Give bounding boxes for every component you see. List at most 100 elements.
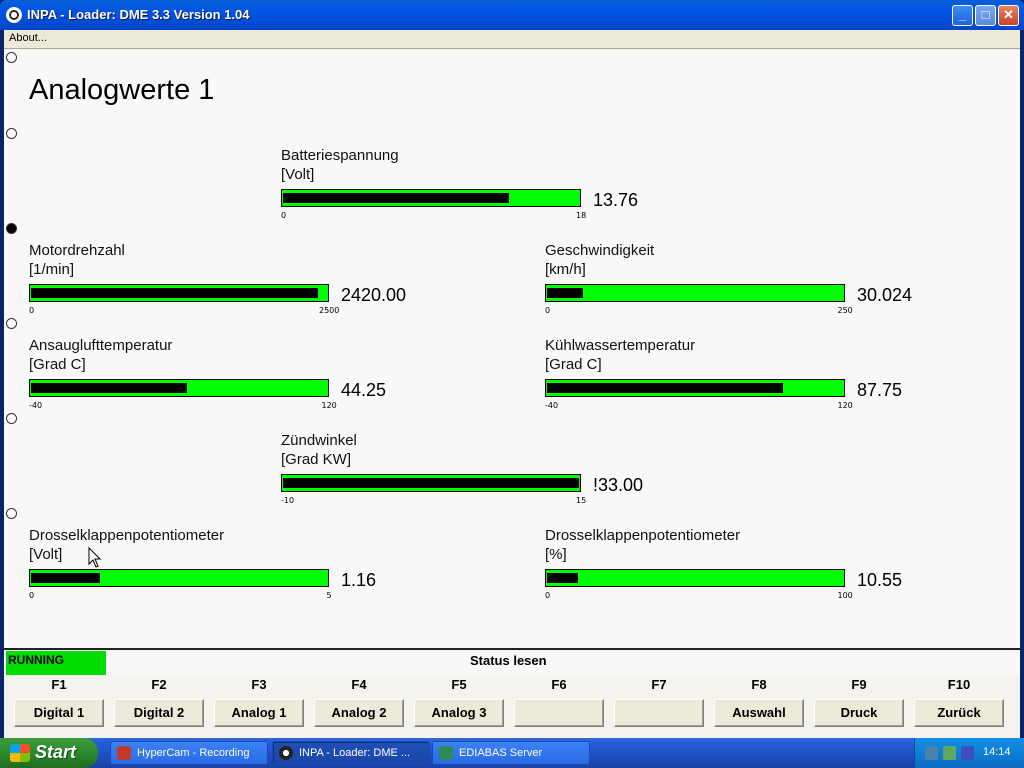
fkey-f8: F8 Auswahl [714,675,804,733]
fkey-label: F3 [251,677,267,692]
gauge-geschwindigkeit: Geschwindigkeit [km/h] 30.024 0 250 [545,242,945,322]
gauge-drosselklappe-prozent: Drosselklappenpotentiometer [%] 10.55 0 … [545,527,945,607]
fkey-f9: F9 Druck [814,675,904,733]
gauge-unit: [1/min] [29,261,75,278]
fkey-label: F9 [851,677,867,692]
fkey-label: F6 [551,677,567,692]
fkey-label: F5 [451,677,467,692]
menu-about[interactable]: About... [9,32,47,44]
gauge-bar [29,379,329,397]
maximize-button[interactable]: □ [975,5,996,26]
status-bar: RUNNING Status lesen [4,651,1020,675]
menu-bar: About... [4,30,1020,49]
gauge-fill [283,478,579,488]
gauge-min: -10 [281,496,295,505]
gauge-value: 87.75 [857,380,903,400]
gauge-max: 5 [326,591,332,600]
gauge-bar [29,569,329,587]
gauge-bar [29,284,329,302]
gauge-name: Drosselklappenpotentiometer [545,527,741,544]
gauge-max: 100 [837,591,853,600]
gauge-max: 2500 [319,306,340,315]
gauge-value: 1.16 [341,570,377,590]
row-marker-radio [6,318,17,329]
analog-2-button[interactable]: Analog 2 [314,699,404,727]
title-bar[interactable]: INPA - Loader: DME 3.3 Version 1.04 _ □ … [0,0,1024,30]
battery-icon[interactable] [961,746,974,760]
ediabas-icon [439,746,453,760]
gauge-unit: [Volt] [29,546,63,563]
status-label: Status lesen [470,653,547,668]
fkey-f5: F5 Analog 3 [414,675,504,733]
taskbar-item-inpa[interactable]: INPA - Loader: DME ... [272,741,430,765]
gauge-fill [547,383,783,393]
taskbar-item-hypercam[interactable]: HyperCam - Recording [110,741,268,765]
analog-values-panel: Analogwerte 1 Batteriespannung [Volt] 13… [4,50,1020,650]
gauge-min: 0 [545,591,551,600]
fkey-label: F8 [751,677,767,692]
gauge-value: 10.55 [857,570,903,590]
gauge-zuendwinkel: Zündwinkel [Grad KW] !33.00 -10 15 [281,432,681,512]
fkey-label: F4 [351,677,367,692]
start-label: Start [35,742,77,762]
zurueck-button[interactable]: Zurück [914,699,1004,727]
fkey-f3: F3 Analog 1 [214,675,304,733]
row-marker-radio [6,508,17,519]
gauge-kuehlwassertemperatur: Kühlwassertemperatur [Grad C] 87.75 -40 … [545,337,945,417]
hypercam-icon [117,746,131,760]
gauge-max: 120 [321,401,337,410]
gauge-unit: [Grad C] [545,356,602,373]
gauge-max: 15 [576,496,587,505]
minimize-button[interactable]: _ [952,5,973,26]
gauge-fill [547,573,578,583]
mouse-cursor-icon [88,547,102,568]
row-marker-radio [6,223,17,234]
taskbar-item-label: EDIABAS Server [459,747,543,759]
gauge-min: 0 [29,591,35,600]
device-icon[interactable] [943,746,956,760]
auswahl-button[interactable]: Auswahl [714,699,804,727]
gauge-fill [547,288,583,298]
analog-1-button[interactable]: Analog 1 [214,699,304,727]
gauge-ansauglufttemperatur: Ansauglufttemperatur [Grad C] 44.25 -40 … [29,337,429,417]
gauge-fill [283,193,509,203]
gauge-fill [31,288,318,298]
digital-2-button[interactable]: Digital 2 [114,699,204,727]
gauge-unit: [%] [545,546,567,563]
gauge-bar [545,284,845,302]
fkey-label: F2 [151,677,167,692]
windows-logo-icon [10,744,30,762]
client-area: About... Analogwerte 1 Batteriespannung … [4,30,1020,738]
bmw-icon [279,746,293,760]
gauge-value: 30.024 [857,285,913,305]
page-title: Analogwerte 1 [29,74,215,106]
f7-button[interactable] [614,699,704,727]
gauge-bar [545,379,845,397]
gauge-batteriespannung: Batteriespannung [Volt] 13.76 0 18 [281,147,681,227]
gauge-value: !33.00 [593,475,644,495]
gauge-max: 250 [837,306,853,315]
gauge-value: 44.25 [341,380,387,400]
fkey-f7: F7 [614,675,704,733]
bmw-icon[interactable] [6,7,22,23]
fkey-label: F7 [651,677,667,692]
analog-3-button[interactable]: Analog 3 [414,699,504,727]
gauge-min: 0 [545,306,551,315]
start-button[interactable]: Start [0,738,98,768]
system-tray: 14:14 [914,738,1024,768]
f6-button[interactable] [514,699,604,727]
druck-button[interactable]: Druck [814,699,904,727]
row-marker-radio [6,52,17,63]
digital-1-button[interactable]: Digital 1 [14,699,104,727]
gauge-min: 0 [29,306,35,315]
gauge-max: 120 [837,401,853,410]
close-button[interactable]: ✕ [998,5,1019,26]
gauge-min: 0 [281,211,287,220]
taskbar-item-ediabas[interactable]: EDIABAS Server [432,741,590,765]
gauge-name: Drosselklappenpotentiometer [29,527,225,544]
gauge-unit: [Volt] [281,166,315,183]
window-title: INPA - Loader: DME 3.3 Version 1.04 [27,7,250,22]
network-icon[interactable] [925,746,938,760]
fkey-f1: F1 Digital 1 [14,675,104,733]
gauge-fill [31,383,187,393]
